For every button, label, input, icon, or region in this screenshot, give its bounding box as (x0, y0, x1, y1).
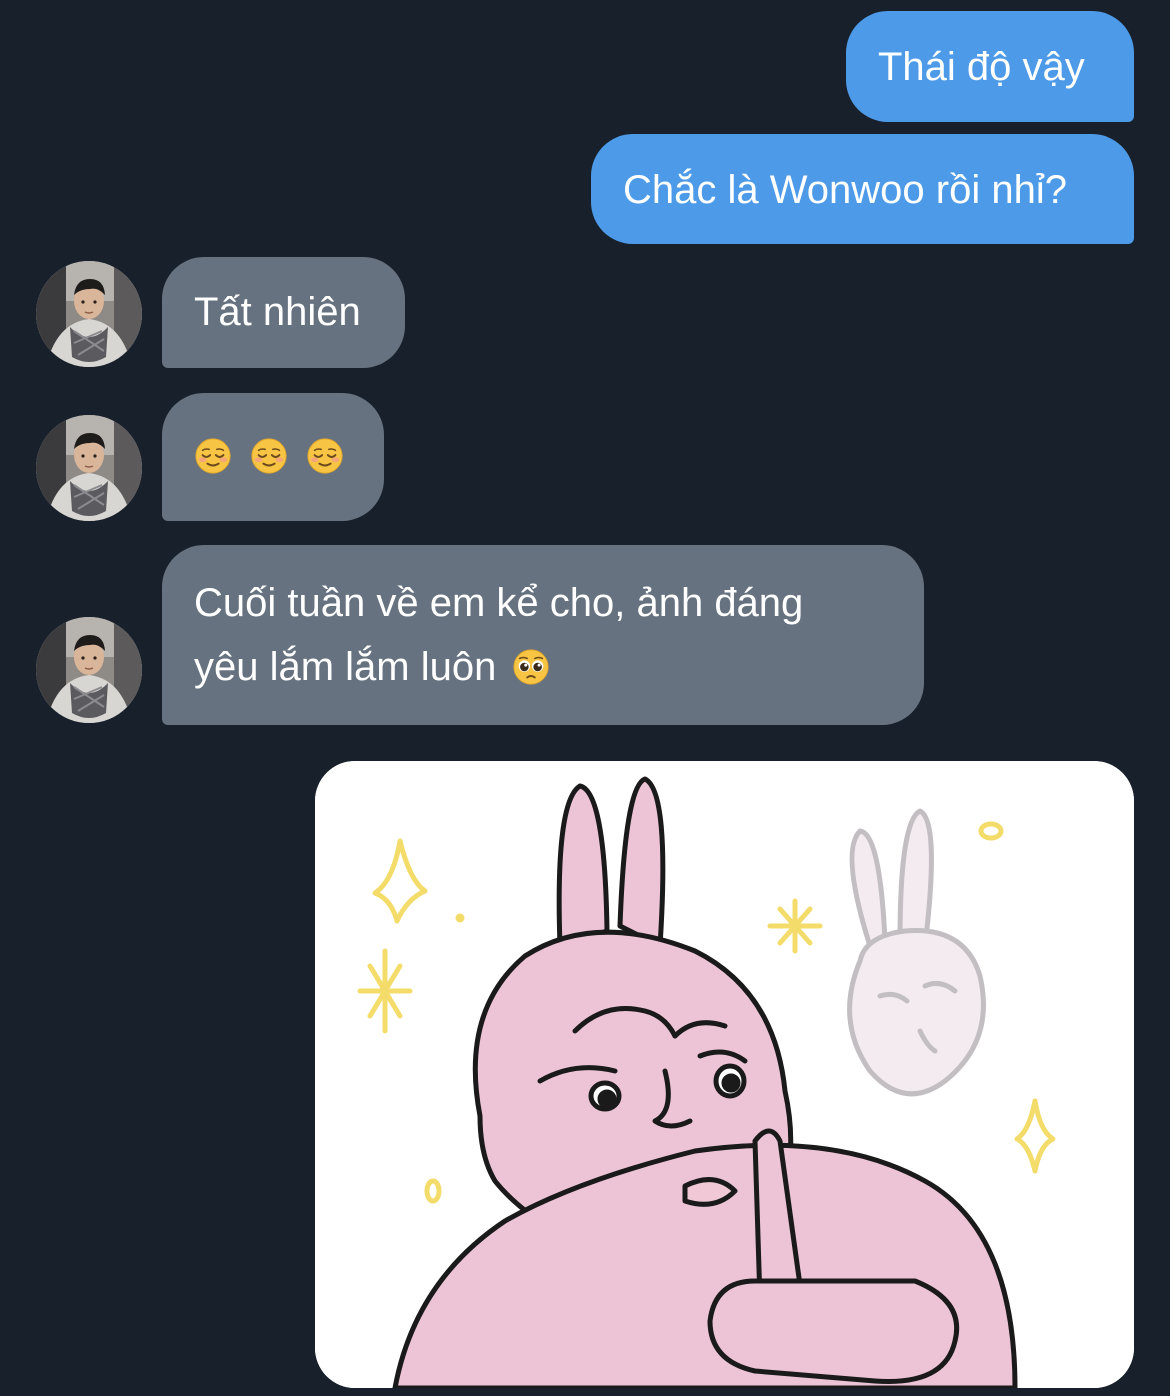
received-message-3-line-2-text: yêu lắm lắm luôn (194, 645, 497, 689)
avatar-photo (36, 415, 142, 521)
received-message-3[interactable]: Cuối tuần về em kể cho, ảnh đáng yêu lắm… (162, 545, 924, 725)
relieved-face-icon (194, 437, 232, 475)
contact-avatar[interactable] (36, 415, 142, 521)
relieved-face-icon (250, 437, 288, 475)
contact-avatar[interactable] (36, 617, 142, 723)
sent-message-1-text: Thái độ vậy (878, 45, 1085, 89)
received-message-1-text: Tất nhiên (194, 290, 361, 334)
pink-rabbit-shush-sticker-icon (315, 761, 1134, 1388)
received-message-1[interactable]: Tất nhiên (162, 257, 405, 368)
rabbit-sticker[interactable] (315, 761, 1134, 1388)
sent-message-1[interactable]: Thái độ vậy (846, 11, 1134, 122)
sent-message-2[interactable]: Chắc là Wonwoo rồi nhỉ? (591, 134, 1134, 244)
emoji-row (194, 427, 352, 485)
received-message-3-line-1: Cuối tuần về em kể cho, ảnh đáng (194, 581, 804, 625)
avatar-photo (36, 261, 142, 367)
pleading-face-icon (512, 648, 550, 686)
sent-message-2-text: Chắc là Wonwoo rồi nhỉ? (623, 168, 1067, 212)
relieved-face-icon (306, 437, 344, 475)
avatar-photo (36, 617, 142, 723)
contact-avatar[interactable] (36, 261, 142, 367)
received-message-3-line-2: yêu lắm lắm luôn (194, 635, 892, 699)
received-message-2[interactable] (162, 393, 384, 521)
